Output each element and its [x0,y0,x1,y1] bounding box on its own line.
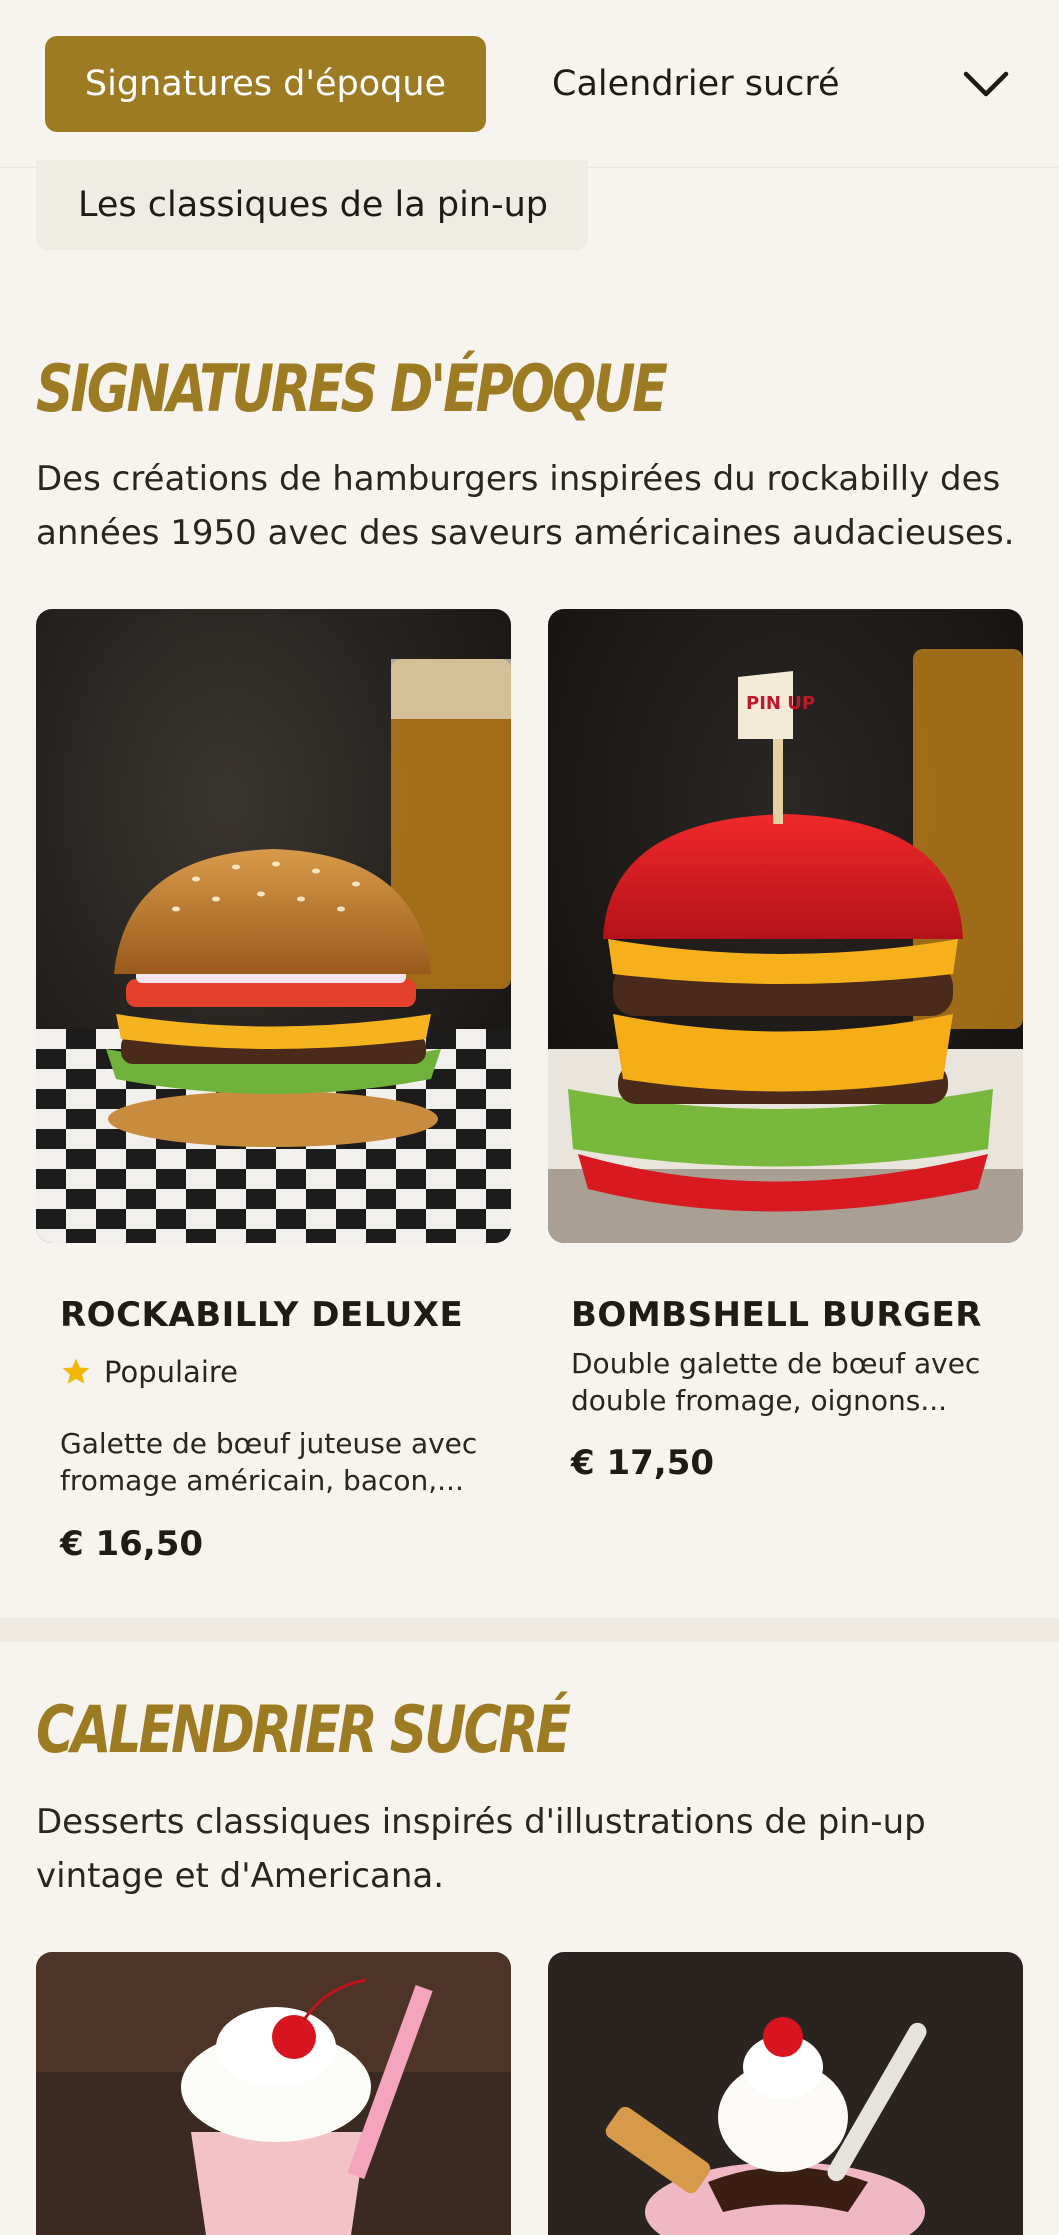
description-line: double fromage, oignons... [571,1384,948,1417]
section-description-calendrier: Desserts classiques inspirés d'illustrat… [36,1802,926,1896]
tab-signatures[interactable]: Signatures d'époque [45,36,486,132]
section-description-signatures: Des créations de hamburgers inspirées du… [36,459,1015,553]
subcategory-tab[interactable]: Les classiques de la pin-up [36,160,588,250]
item-description-bombshell: Double galette de bœuf avec double froma… [571,1345,1001,1419]
description-line: Galette de bœuf juteuse avec [60,1427,478,1460]
chevron-down-icon[interactable] [960,60,1012,108]
item-description-rockabilly: Galette de bœuf juteuse avec fromage amé… [60,1425,490,1499]
description-line: Double galette de bœuf avec [571,1347,981,1380]
popular-badge: Populaire [60,1355,238,1389]
section-title-calendrier: CALENDRIER SUCRÉ [36,1693,571,1768]
item-price-bombshell: € 17,50 [571,1443,715,1483]
burger-image-rockabilly[interactable] [36,609,511,1243]
section-title-signatures: SIGNATURES D'ÉPOQUE [36,352,668,427]
item-price-rockabilly: € 16,50 [60,1524,204,1564]
item-name-bombshell[interactable]: BOMBSHELL BURGER [571,1295,982,1335]
item-name-rockabilly[interactable]: ROCKABILLY DELUXE [60,1295,463,1335]
dessert-image-2[interactable] [548,1952,1023,2235]
description-line: fromage américain, bacon,... [60,1464,464,1497]
burger-image-bombshell[interactable]: PIN UP [548,609,1023,1243]
star-icon [62,1358,90,1384]
category-nav: Signatures d'époque Calendrier sucré [0,0,1059,168]
pin-flag-text: PIN UP [746,693,815,714]
dessert-image-1[interactable] [36,1952,511,2235]
badge-label: Populaire [104,1355,238,1389]
section-divider [0,1618,1059,1642]
tab-calendrier[interactable]: Calendrier sucré [552,36,840,132]
